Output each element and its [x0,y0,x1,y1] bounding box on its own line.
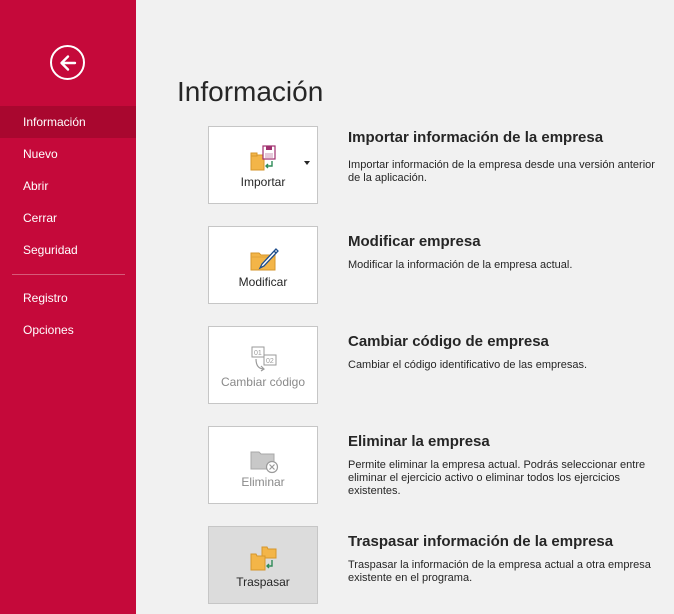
chevron-down-icon[interactable] [304,161,310,165]
modify-button[interactable]: Modificar [208,226,318,304]
section-description: Traspasar la información de la empresa a… [348,559,651,584]
section-title: Cambiar código de empresa [348,333,549,350]
sidebar-divider [12,274,125,275]
section-description: Modificar la información de la empresa a… [348,259,573,271]
modify-button-label: Modificar [238,275,288,289]
sidebar-item-cerrar[interactable]: Cerrar [0,202,136,234]
delete-button-label: Eliminar [241,475,285,489]
sidebar-item-nuevo[interactable]: Nuevo [0,138,136,170]
import-button-label: Importar [240,175,286,189]
sidebar-item-informacion[interactable]: Información [0,106,136,138]
transfer-icon [250,546,277,571]
svg-text:02: 02 [266,358,274,365]
change-code-button[interactable]: 01 02 Cambiar código [208,326,318,404]
sidebar-item-opciones[interactable]: Opciones [0,314,136,346]
section-description: Importar información de la empresa desde… [348,159,655,184]
section-description: Permite eliminar la empresa actual. Podr… [348,459,646,497]
import-button[interactable]: Importar [208,126,318,204]
transfer-button-label: Traspasar [236,575,290,589]
section-title: Modificar empresa [348,233,481,250]
edit-folder-icon [250,248,279,271]
sidebar-item-seguridad[interactable]: Seguridad [0,234,136,266]
delete-button[interactable]: Eliminar [208,426,318,504]
section-title: Importar información de la empresa [348,129,604,146]
change-code-icon: 01 02 [251,346,277,372]
sidebar-item-abrir[interactable]: Abrir [0,170,136,202]
import-icon [250,145,276,171]
section-title: Traspasar información de la empresa [348,533,614,550]
page-title: Información [177,76,324,107]
sidebar-item-registro[interactable]: Registro [0,282,136,314]
sidebar: Información Nuevo Abrir Cerrar Seguridad… [0,0,136,614]
svg-text:01: 01 [254,350,262,357]
transfer-button[interactable]: Traspasar [208,526,318,604]
change-code-button-label: Cambiar código [220,375,306,389]
back-arrow-icon[interactable] [50,45,85,80]
delete-folder-icon [250,451,279,474]
section-description: Cambiar el código identificativo de las … [348,359,588,371]
section-title: Eliminar la empresa [348,433,490,450]
